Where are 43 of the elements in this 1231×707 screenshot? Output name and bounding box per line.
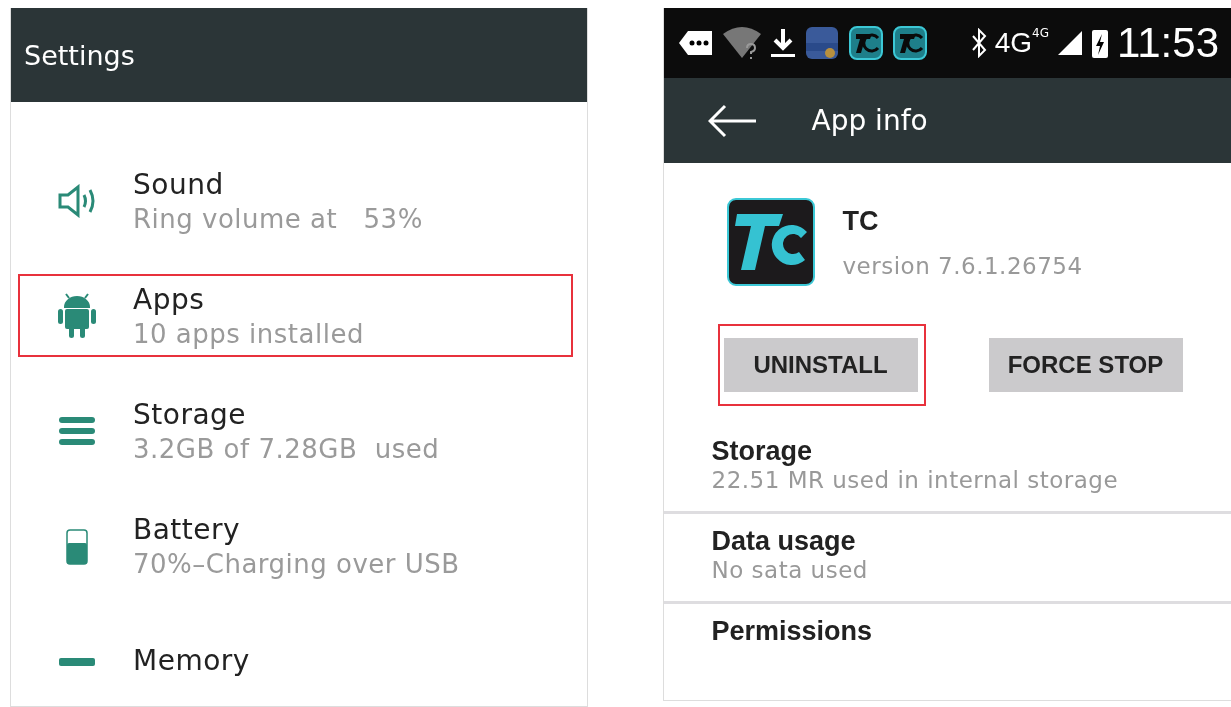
item-subtitle: 70%–Charging over USB (133, 548, 460, 579)
app-notification-icon (803, 25, 840, 61)
settings-item[interactable]: Storage 3.2GB of 7.28GB used (18, 389, 573, 472)
section-subtitle: 22.51 MR used in internal storage (711, 467, 1120, 493)
android-icon (56, 292, 97, 339)
clock-time: 11:53 (1117, 19, 1219, 67)
action-button[interactable]: UNINSTALL (717, 324, 926, 406)
download-icon (769, 27, 796, 59)
settings-item[interactable]: Battery 70%–Charging over USB (18, 504, 573, 587)
storage-icon (57, 415, 96, 446)
item-title: Battery (133, 512, 242, 546)
item-subtitle: 3.2GB of 7.28GB used (133, 433, 440, 464)
settings-item[interactable]: Memory (18, 619, 573, 702)
message-icon (677, 28, 714, 58)
settings-item[interactable]: Sound Ring volume at 53% (18, 159, 573, 242)
speaker-icon (56, 183, 97, 218)
section-title: Storage (711, 436, 814, 467)
bluetooth-icon (970, 28, 987, 58)
section-title: Permissions (711, 616, 874, 647)
back-arrow-icon[interactable] (707, 103, 758, 138)
screen-title: App info (811, 104, 928, 137)
wifi-icon (721, 26, 762, 60)
network-badge-label: 4G (1032, 26, 1049, 40)
section-title: Data usage (711, 526, 857, 557)
screen-title: Settings (24, 39, 135, 71)
app-notification-icon (891, 25, 928, 61)
app-name: TC (842, 205, 880, 237)
section-subtitle: No sata used (711, 557, 869, 583)
item-title: Sound (133, 167, 225, 201)
app-notification-icon (847, 25, 884, 61)
app-icon (726, 198, 815, 286)
app-version: version 7.6.1.26754 (842, 252, 1083, 279)
battery-icon (65, 526, 88, 565)
item-subtitle: Ring volume at 53% (133, 203, 423, 234)
item-title: Memory (133, 644, 250, 677)
settings-item[interactable]: Apps 10 apps installed (18, 274, 573, 357)
item-title: Storage (133, 397, 248, 431)
item-title: Apps (133, 282, 206, 316)
item-subtitle: 10 apps installed (133, 318, 364, 349)
battery-charging-icon (1091, 27, 1109, 59)
signal-icon (1057, 29, 1083, 57)
memory-icon (57, 655, 96, 666)
network-type: 4G (994, 27, 1033, 59)
